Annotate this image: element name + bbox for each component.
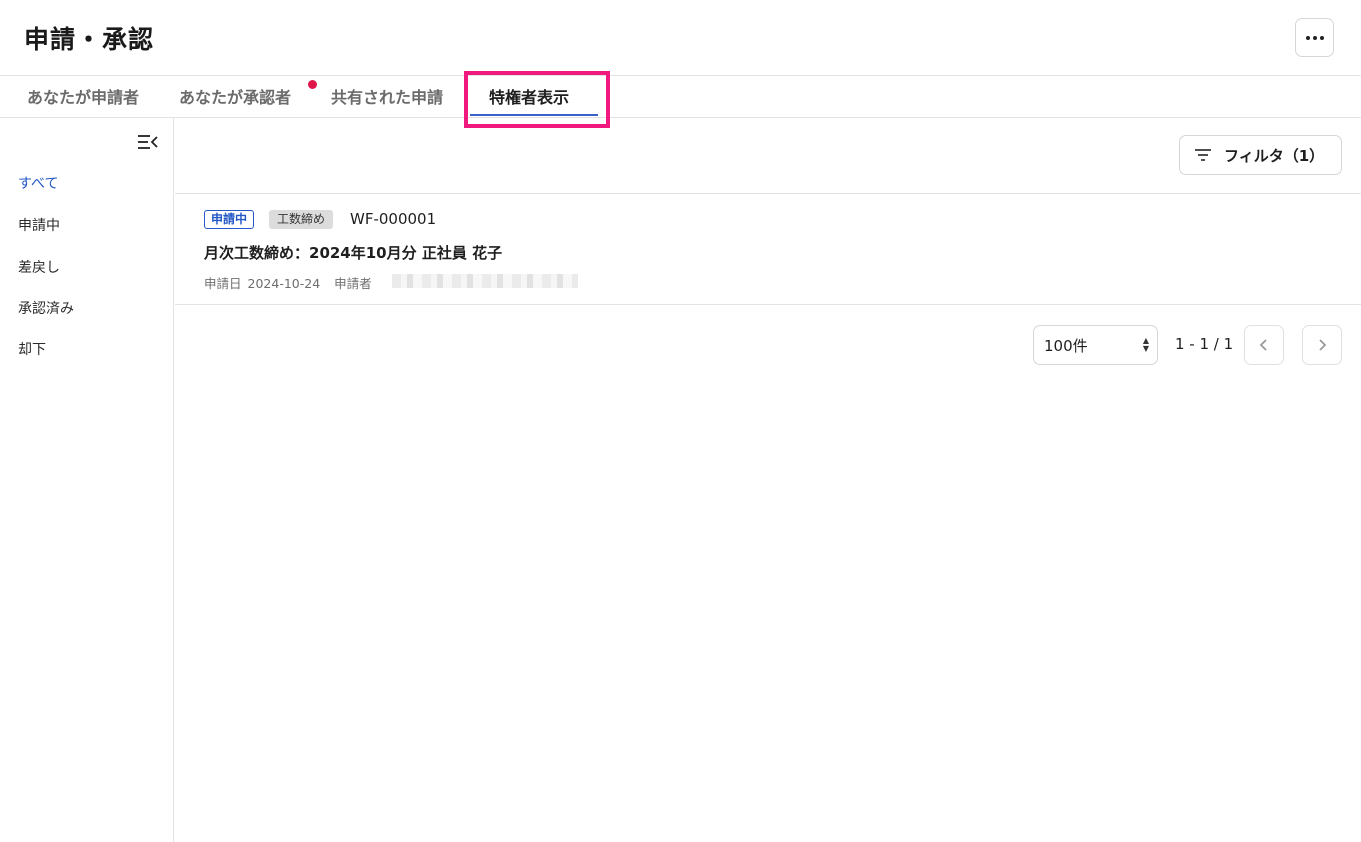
status-badge: 申請中	[204, 210, 255, 229]
request-date: 2024-10-24	[247, 276, 321, 291]
tab-you-applicant[interactable]: あなたが申請者	[27, 76, 139, 118]
request-title: 月次工数締め：2024年10月分 正社員 花子	[204, 244, 503, 262]
request-id: WF-000001	[350, 210, 437, 228]
tab-you-approver[interactable]: あなたが承認者	[179, 76, 291, 118]
collapse-menu-icon[interactable]	[137, 133, 159, 151]
filter-icon	[1195, 149, 1211, 161]
page-title: 申請・承認	[24, 25, 155, 54]
table-row[interactable]: 申請中 工数締め WF-000001 月次工数締め：2024年10月分 正社員 …	[175, 194, 1361, 305]
sidebar-item-pending[interactable]: 申請中	[18, 215, 60, 235]
type-badge: 工数締め	[269, 210, 334, 229]
filter-button[interactable]: フィルタ（1）	[1179, 135, 1342, 175]
next-page-button[interactable]	[1302, 325, 1342, 365]
filter-label: フィルタ（1）	[1224, 146, 1325, 165]
prev-page-button[interactable]	[1244, 325, 1284, 365]
sidebar-item-rejected[interactable]: 却下	[18, 339, 46, 359]
applicant-name-redacted	[392, 274, 578, 288]
page-range: 1 - 1 / 1	[1175, 335, 1234, 353]
list-toolbar: フィルタ（1）	[175, 118, 1361, 194]
more-horizontal-icon	[1305, 35, 1310, 40]
notification-dot	[308, 80, 317, 89]
more-options-button[interactable]	[1295, 18, 1334, 57]
select-arrows-icon: ▲ ▼	[1142, 336, 1149, 353]
chevron-right-icon	[1319, 339, 1327, 351]
applicant-label: 申請者	[334, 276, 372, 291]
sidebar-item-returned[interactable]: 差戻し	[18, 257, 60, 277]
per-page-value: 100件	[1044, 336, 1088, 355]
more-dot	[1319, 35, 1324, 40]
status-sidebar: すべて 申請中 差戻し 承認済み 却下	[0, 118, 174, 842]
sidebar-item-all[interactable]: すべて	[18, 173, 58, 193]
request-meta: 申請日 2024-10-24 申請者	[204, 273, 378, 292]
tab-bar: あなたが申請者 あなたが承認者 共有された申請 特権者表示	[0, 76, 1361, 118]
more-dot	[1312, 35, 1317, 40]
sidebar-item-approved[interactable]: 承認済み	[18, 298, 74, 318]
page-header: 申請・承認	[0, 0, 1361, 76]
pagination: 100件 ▲ ▼ 1 - 1 / 1	[175, 305, 1361, 385]
date-label: 申請日	[204, 276, 242, 291]
chevron-left-icon	[1259, 339, 1267, 351]
per-page-select[interactable]: 100件 ▲ ▼	[1033, 325, 1158, 365]
tab-shared-requests[interactable]: 共有された申請	[331, 76, 443, 118]
